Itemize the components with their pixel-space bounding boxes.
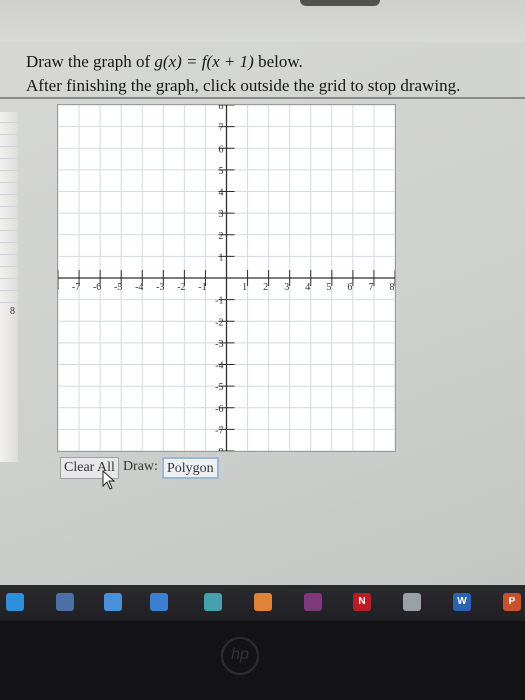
y-tick-label: -3 xyxy=(215,339,223,350)
x-tick-label: -8 xyxy=(58,282,59,293)
y-tick-label: 5 xyxy=(219,166,224,177)
y-tick-label: -8 xyxy=(215,447,223,451)
taskbar: NWP xyxy=(0,585,525,621)
shortcut-icon[interactable] xyxy=(150,593,168,611)
page-header-strip xyxy=(0,0,525,42)
netflix-icon[interactable]: N xyxy=(353,593,371,611)
draw-mode-label: Draw: xyxy=(122,459,158,474)
function-expression: g(x) = f(x + 1) xyxy=(154,52,254,71)
x-tick-label: -5 xyxy=(114,282,122,293)
y-tick-label: 8 xyxy=(219,105,224,112)
x-tick-label: 3 xyxy=(284,282,289,293)
circle-app-icon[interactable] xyxy=(403,593,421,611)
y-tick-label: 7 xyxy=(219,123,224,134)
mouse-cursor-icon xyxy=(102,470,116,490)
y-tick-label: -6 xyxy=(215,404,223,415)
y-tick-label: 6 xyxy=(219,144,224,155)
y-tick-label: -7 xyxy=(215,425,223,436)
x-tick-label: -6 xyxy=(93,282,101,293)
y-tick-label: 3 xyxy=(219,209,224,220)
x-tick-label: -2 xyxy=(177,282,185,293)
y-tick-label: -5 xyxy=(215,382,223,393)
dropbox-icon[interactable] xyxy=(104,593,122,611)
edge-icon[interactable] xyxy=(6,593,24,611)
question-line-2: After finishing the graph, click outside… xyxy=(26,76,461,95)
hp-logo-icon: hp xyxy=(221,637,259,675)
y-tick-label: -2 xyxy=(215,317,223,328)
photos-icon[interactable] xyxy=(204,593,222,611)
graph-toolbar: Clear All Draw: Polygon xyxy=(60,457,219,479)
x-tick-label: 4 xyxy=(305,282,310,293)
question-line-1: Draw the graph of g(x) = f(x + 1) below. xyxy=(26,50,521,74)
question-suffix: below. xyxy=(253,52,303,71)
laptop-bezel xyxy=(0,621,525,700)
header-decoration xyxy=(300,0,380,6)
onenote-icon[interactable] xyxy=(304,593,322,611)
powerpoint-icon[interactable]: P xyxy=(503,593,521,611)
x-tick-label: -3 xyxy=(156,282,164,293)
grid-canvas[interactable]: -8 -7 -6 -5 -4 -3 -2 -1 1 2 3 4 5 6 7 8 8 7 6 5 4 3 2 1 -1 -2 -3 -4… xyxy=(58,105,395,451)
x-tick-label: -4 xyxy=(135,282,143,293)
word-icon[interactable]: W xyxy=(453,593,471,611)
question-prefix: Draw the graph of xyxy=(26,52,155,71)
x-tick-label: 1 xyxy=(242,282,247,293)
browser-content: Draw the graph of g(x) = f(x + 1) below.… xyxy=(0,0,525,585)
x-tick-label: -1 xyxy=(198,282,206,293)
y-tick-label: 2 xyxy=(219,231,224,242)
store-icon[interactable] xyxy=(56,593,74,611)
left-panel-axis-label: 8 xyxy=(10,306,15,317)
x-tick-label: 2 xyxy=(263,282,268,293)
question-divider xyxy=(0,97,525,99)
y-tick-label: 4 xyxy=(219,188,224,199)
y-tick-label: -4 xyxy=(215,361,223,372)
x-tick-label: -7 xyxy=(72,282,80,293)
y-tick-label: 1 xyxy=(219,252,224,263)
y-tick-label: -1 xyxy=(215,296,223,307)
left-panel xyxy=(0,112,18,462)
x-tick-label: 7 xyxy=(368,282,373,293)
graph-grid[interactable]: -8 -7 -6 -5 -4 -3 -2 -1 1 2 3 4 5 6 7 8 8 7 6 5 4 3 2 1 -1 -2 -3 -4… xyxy=(57,104,396,452)
question-text: Draw the graph of g(x) = f(x + 1) below.… xyxy=(26,50,521,98)
x-tick-label: 8 xyxy=(390,282,395,293)
x-tick-label: 6 xyxy=(347,282,352,293)
x-tick-label: 5 xyxy=(326,282,331,293)
polygon-tool-button[interactable]: Polygon xyxy=(161,457,219,479)
app-icon[interactable] xyxy=(254,593,272,611)
